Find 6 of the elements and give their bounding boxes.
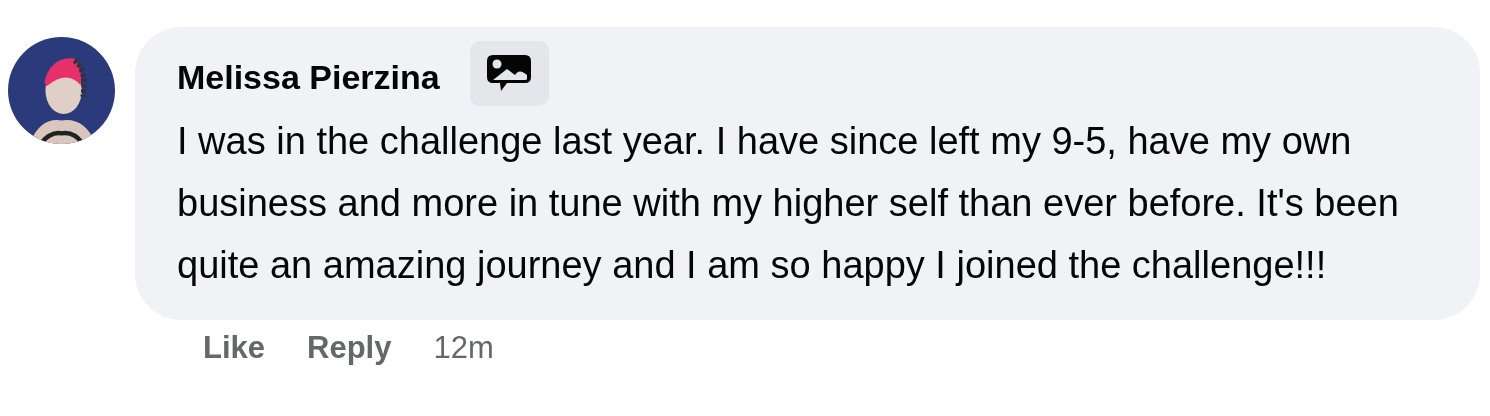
- comment-text: I was in the challenge last year. I have since left my 9-5, have my own business and more in tune with my higher self than ever before. It's been quite an amazing journey and I am so happy I joined the challenge!!!: [177, 119, 1400, 288]
- author-name[interactable]: Melissa Pierzina: [177, 58, 440, 97]
- badge-icon[interactable]: [469, 41, 549, 106]
- action-link[interactable]: Like: [203, 330, 266, 366]
- action-link[interactable]: Reply: [307, 330, 392, 366]
- timestamp: 12m: [433, 330, 494, 366]
